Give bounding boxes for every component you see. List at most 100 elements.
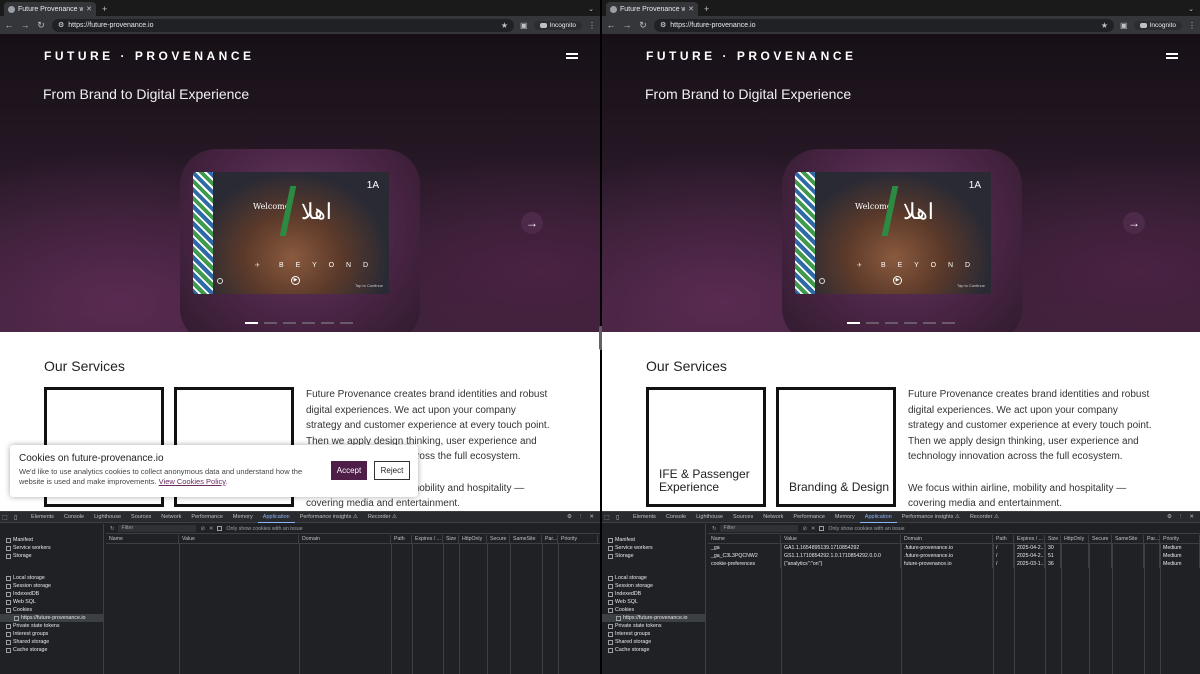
address-bar[interactable]: ⚙ https://future-provenance.io ★: [654, 18, 1115, 32]
device-toolbar-icon[interactable]: ▯: [14, 514, 26, 521]
column-header[interactable]: Domain: [901, 535, 993, 543]
devtools-tab[interactable]: Performance insights ⚠: [295, 512, 363, 523]
menu-kebab-icon[interactable]: ⋮: [1188, 21, 1196, 30]
settings-gear-icon[interactable]: ⚙: [1167, 514, 1172, 520]
column-header[interactable]: Path: [993, 535, 1014, 543]
sidebar-item-shared-storage[interactable]: Shared storage: [0, 638, 103, 646]
column-header[interactable]: Expires / ...: [1014, 535, 1045, 543]
column-header[interactable]: Domain: [299, 535, 391, 543]
devtools-tab[interactable]: Recorder ⚠: [363, 512, 402, 523]
bookmark-star-icon[interactable]: ★: [501, 21, 508, 30]
site-info-icon[interactable]: ⚙: [660, 21, 666, 29]
tab-search-icon[interactable]: ⌄: [588, 5, 594, 16]
close-tab-icon[interactable]: ✕: [688, 5, 694, 13]
sidebar-item-interest-groups[interactable]: Interest groups: [602, 630, 705, 638]
close-devtools-icon[interactable]: ✕: [589, 514, 594, 520]
delete-icon[interactable]: ✕: [209, 526, 213, 532]
sidebar-item-cookies[interactable]: Cookies: [0, 606, 103, 614]
column-header[interactable]: Path: [391, 535, 412, 543]
sidebar-item-cookies[interactable]: Cookies: [602, 606, 705, 614]
devtools-tab[interactable]: Network: [156, 512, 186, 523]
sidebar-item-session-storage[interactable]: Session storage: [0, 582, 103, 590]
column-header[interactable]: Size: [1045, 535, 1061, 543]
filter-input[interactable]: Filter: [118, 525, 197, 532]
sidebar-item-cookie-origin[interactable]: https://future-provenance.io: [0, 614, 103, 622]
devtools-tab[interactable]: Sources: [126, 512, 156, 523]
service-card-branding[interactable]: Branding & Design: [776, 387, 896, 507]
incognito-badge[interactable]: Incognito: [1133, 20, 1182, 30]
carousel-dot[interactable]: [302, 322, 315, 324]
devtools-tab[interactable]: Lighthouse: [691, 512, 728, 523]
only-issue-checkbox[interactable]: [217, 526, 223, 531]
sidebar-item-websql[interactable]: Web SQL: [602, 598, 705, 606]
browser-tab[interactable]: Future Provenance works wit ✕: [4, 2, 96, 16]
column-header[interactable]: HttpOnly: [1061, 535, 1089, 543]
delete-icon[interactable]: ✕: [811, 526, 815, 532]
carousel-dot[interactable]: [847, 322, 860, 324]
devtools-tab-application[interactable]: Application: [257, 512, 295, 523]
column-header[interactable]: Value: [781, 535, 901, 543]
new-tab-button[interactable]: +: [698, 4, 715, 16]
carousel-dot[interactable]: [885, 322, 898, 324]
forward-icon[interactable]: →: [622, 20, 632, 30]
devtools-tab[interactable]: Performance: [788, 512, 830, 523]
reload-icon[interactable]: ↻: [36, 20, 46, 31]
sidebar-item-service-workers[interactable]: Service workers: [602, 544, 705, 552]
side-panel-icon[interactable]: ▣: [1120, 21, 1128, 30]
column-header[interactable]: Name: [708, 535, 781, 543]
site-info-icon[interactable]: ⚙: [58, 21, 64, 29]
devtools-menu-icon[interactable]: ⋮: [578, 514, 584, 520]
devtools-tab[interactable]: Console: [661, 512, 691, 523]
sidebar-item-private-state-tokens[interactable]: Private state tokens: [602, 622, 705, 630]
bookmark-star-icon[interactable]: ★: [1101, 21, 1108, 30]
column-header[interactable]: Par...: [542, 535, 558, 543]
devtools-tab[interactable]: Memory: [830, 512, 860, 523]
sidebar-item-indexeddb[interactable]: IndexedDB: [602, 590, 705, 598]
browser-tab[interactable]: Future Provenance works wit ✕: [606, 2, 698, 16]
filter-input[interactable]: Filter: [720, 525, 799, 532]
sidebar-item-interest-groups[interactable]: Interest groups: [0, 630, 103, 638]
forward-icon[interactable]: →: [20, 20, 30, 30]
sidebar-item-shared-storage[interactable]: Shared storage: [602, 638, 705, 646]
sidebar-item-session-storage[interactable]: Session storage: [602, 582, 705, 590]
sidebar-item-websql[interactable]: Web SQL: [0, 598, 103, 606]
column-header[interactable]: Priority: [1160, 535, 1200, 543]
tab-search-icon[interactable]: ⌄: [1188, 5, 1194, 16]
column-header[interactable]: Value: [179, 535, 299, 543]
devtools-tab-application[interactable]: Application: [859, 512, 897, 523]
refresh-icon[interactable]: ↻: [110, 526, 114, 532]
devtools-tab[interactable]: Recorder ⚠: [965, 512, 1004, 523]
devtools-tab[interactable]: Sources: [728, 512, 758, 523]
carousel-dot[interactable]: [283, 322, 296, 324]
column-header[interactable]: Size: [443, 535, 459, 543]
cookie-policy-link[interactable]: View Cookies Policy: [159, 477, 226, 486]
carousel-dot[interactable]: [245, 322, 258, 324]
column-header[interactable]: Name: [106, 535, 179, 543]
hamburger-menu-icon[interactable]: [566, 53, 578, 61]
devtools-tab[interactable]: Elements: [628, 512, 661, 523]
incognito-badge[interactable]: Incognito: [533, 20, 582, 30]
brand-logo[interactable]: FUTURE · PROVENANCE: [646, 49, 857, 63]
accept-cookies-button[interactable]: Accept: [331, 461, 367, 480]
carousel-dot[interactable]: [942, 322, 955, 324]
sidebar-item-indexeddb[interactable]: IndexedDB: [0, 590, 103, 598]
back-icon[interactable]: ←: [606, 20, 616, 30]
back-icon[interactable]: ←: [4, 20, 14, 30]
column-header[interactable]: SameSite: [510, 535, 542, 543]
carousel-dot[interactable]: [340, 322, 353, 324]
sidebar-item-storage[interactable]: Storage: [602, 552, 705, 560]
url-text[interactable]: https://future-provenance.io: [68, 22, 497, 29]
reload-icon[interactable]: ↻: [638, 20, 648, 31]
column-header[interactable]: Expires / ...: [412, 535, 443, 543]
address-bar[interactable]: ⚙ https://future-provenance.io ★: [52, 18, 515, 32]
carousel-dot[interactable]: [321, 322, 334, 324]
close-tab-icon[interactable]: ✕: [86, 5, 92, 13]
devtools-tab[interactable]: Performance: [186, 512, 228, 523]
devtools-tab[interactable]: Console: [59, 512, 89, 523]
clear-filter-icon[interactable]: ⊘: [802, 526, 806, 532]
sidebar-item-cache-storage[interactable]: Cache storage: [0, 646, 103, 654]
column-header[interactable]: Par...: [1144, 535, 1160, 543]
brand-logo[interactable]: FUTURE · PROVENANCE: [44, 49, 255, 63]
inspect-icon[interactable]: ⬚: [604, 514, 616, 521]
new-tab-button[interactable]: +: [96, 4, 113, 16]
